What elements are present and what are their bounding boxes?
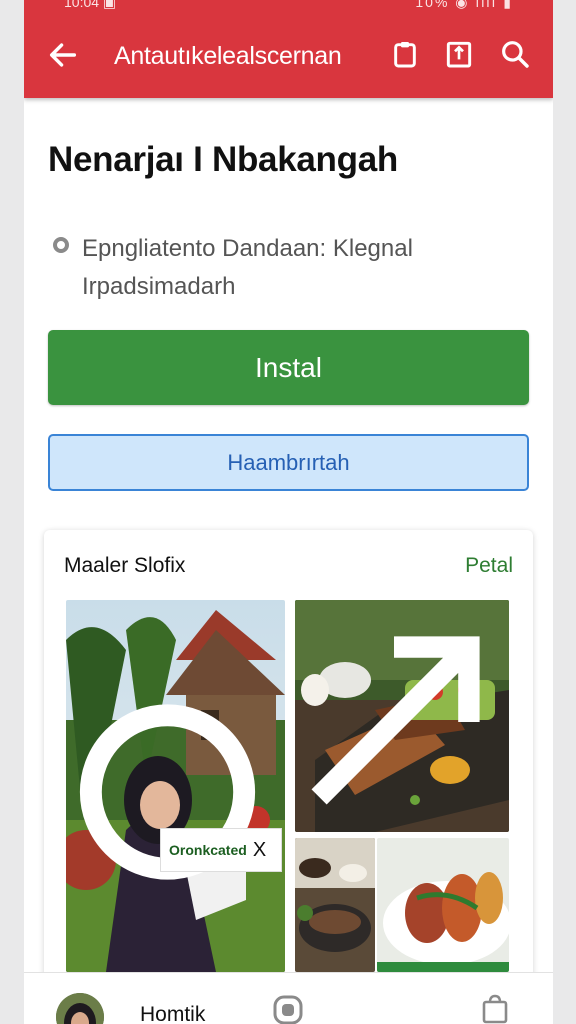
screenshots-more-link[interactable]: Petal — [465, 554, 513, 578]
top-app-bar: 10:04 ▣ 10% ◉ ıllı ▮ Antautıkelealscerna… — [24, 0, 553, 98]
clipboard-icon[interactable] — [389, 38, 421, 70]
back-arrow-icon[interactable] — [46, 38, 80, 72]
status-icons: 10% ◉ ıllı ▮ — [415, 0, 513, 10]
install-button[interactable]: Instal — [48, 330, 529, 405]
screenshot-4[interactable] — [377, 838, 509, 972]
ad-close-icon[interactable]: X — [253, 839, 266, 862]
developer-badge-icon — [53, 237, 69, 253]
ad-label-text: Oronkcated — [169, 842, 247, 858]
expand-icon[interactable] — [295, 606, 501, 832]
app-bar-title: Antautıkelealscernan — [114, 42, 342, 70]
bottom-navigation: Homtik — [24, 972, 553, 1024]
developer-name: Epngliatento Dandaan: Klegnal Irpadsimad… — [82, 235, 413, 300]
ad-label[interactable]: Oronkcated X — [160, 828, 282, 872]
status-bar: 10:04 ▣ 10% ◉ ıllı ▮ — [24, 0, 553, 12]
screenshot-1[interactable]: Oronkcated X — [66, 600, 285, 972]
nav-home-label[interactable]: Homtik — [140, 1003, 205, 1024]
status-time: 10:04 ▣ — [64, 0, 117, 10]
home-circle-icon[interactable] — [271, 993, 305, 1024]
secondary-button[interactable]: Haambrırtah — [48, 434, 529, 491]
share-box-icon[interactable] — [443, 38, 475, 70]
screenshots-title: Maaler Slofix — [64, 554, 186, 577]
phone-screen: 10:04 ▣ 10% ◉ ıllı ▮ Antautıkelealscerna… — [24, 0, 553, 1024]
favorite-corner-icon[interactable] — [66, 606, 277, 972]
shopping-bag-icon[interactable] — [479, 993, 511, 1024]
search-icon[interactable] — [499, 38, 531, 70]
screenshot-2[interactable] — [295, 600, 509, 832]
app-title: Nenarjaı I Nbakangah — [48, 140, 398, 179]
screenshot-3[interactable] — [295, 838, 375, 972]
avatar[interactable] — [56, 993, 104, 1024]
